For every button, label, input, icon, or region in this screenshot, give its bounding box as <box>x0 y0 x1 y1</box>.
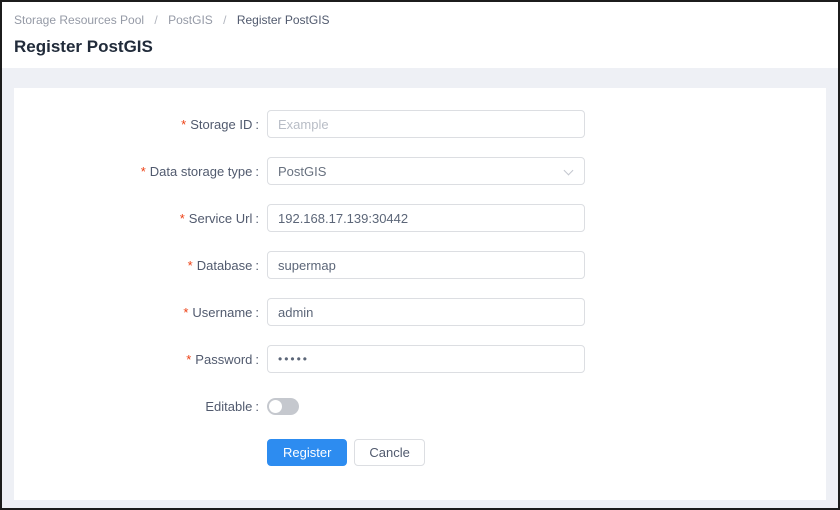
app-window: Storage Resources Pool / PostGIS / Regis… <box>0 0 840 510</box>
service-url-control <box>267 204 585 232</box>
breadcrumb-item-postgis[interactable]: PostGIS <box>168 13 213 27</box>
label-colon: : <box>255 399 259 414</box>
username-input[interactable] <box>267 298 585 326</box>
storage-id-control <box>267 110 585 138</box>
toggle-knob <box>269 400 282 413</box>
database-input[interactable] <box>267 251 585 279</box>
content-area: *Storage ID: *Data storage type: PostGIS <box>2 68 838 508</box>
label-colon: : <box>255 164 259 179</box>
username-control <box>267 298 585 326</box>
label-colon: : <box>255 305 259 320</box>
database-label: *Database: <box>14 258 259 273</box>
storage-id-label: *Storage ID: <box>14 117 259 132</box>
editable-control <box>267 398 299 415</box>
breadcrumb-separator: / <box>154 13 157 27</box>
label-colon: : <box>255 117 259 132</box>
form-row-password: *Password: <box>14 345 826 373</box>
editable-toggle[interactable] <box>267 398 299 415</box>
label-colon: : <box>255 211 259 226</box>
breadcrumb-item-register-postgis: Register PostGIS <box>237 13 330 27</box>
service-url-label: *Service Url: <box>14 211 259 226</box>
form-row-storage-id: *Storage ID: <box>14 110 826 138</box>
password-control <box>267 345 585 373</box>
data-storage-type-label: *Data storage type: <box>14 164 259 179</box>
data-storage-type-select[interactable]: PostGIS <box>267 157 585 185</box>
form-actions: Register Cancle <box>267 439 826 466</box>
required-asterisk: * <box>186 352 191 367</box>
service-url-input[interactable] <box>267 204 585 232</box>
password-input[interactable] <box>267 345 585 373</box>
required-asterisk: * <box>188 258 193 273</box>
form-row-username: *Username: <box>14 298 826 326</box>
form-row-database: *Database: <box>14 251 826 279</box>
username-label: *Username: <box>14 305 259 320</box>
cancel-button[interactable]: Cancle <box>354 439 424 466</box>
storage-id-input[interactable] <box>267 110 585 138</box>
editable-label: Editable: <box>14 399 259 414</box>
page-header: Storage Resources Pool / PostGIS / Regis… <box>2 2 838 68</box>
data-storage-type-value: PostGIS <box>278 164 326 179</box>
required-asterisk: * <box>181 117 186 132</box>
data-storage-type-control: PostGIS <box>267 157 585 185</box>
register-button[interactable]: Register <box>267 439 347 466</box>
form-row-editable: Editable: <box>14 392 826 420</box>
label-colon: : <box>255 258 259 273</box>
breadcrumb-separator: / <box>223 13 226 27</box>
page-title: Register PostGIS <box>14 37 826 57</box>
breadcrumb: Storage Resources Pool / PostGIS / Regis… <box>14 12 826 28</box>
required-asterisk: * <box>180 211 185 226</box>
required-asterisk: * <box>183 305 188 320</box>
form-card: *Storage ID: *Data storage type: PostGIS <box>14 88 826 500</box>
database-control <box>267 251 585 279</box>
password-label: *Password: <box>14 352 259 367</box>
form-row-data-storage-type: *Data storage type: PostGIS <box>14 157 826 185</box>
label-colon: : <box>255 352 259 367</box>
breadcrumb-item-storage-resources-pool[interactable]: Storage Resources Pool <box>14 13 144 27</box>
required-asterisk: * <box>141 164 146 179</box>
form-row-service-url: *Service Url: <box>14 204 826 232</box>
chevron-down-icon <box>564 166 574 176</box>
